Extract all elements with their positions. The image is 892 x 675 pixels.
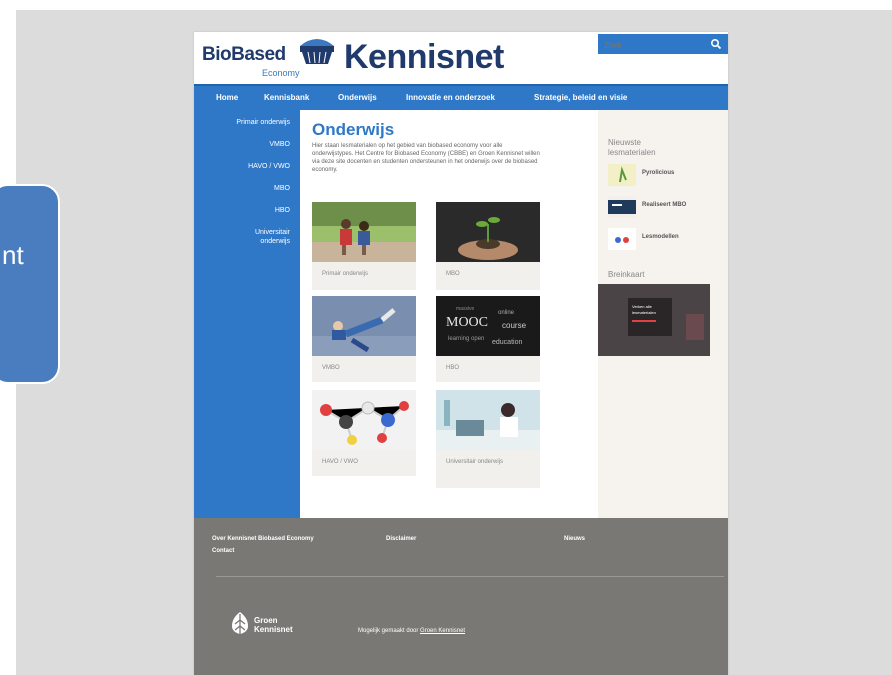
nav-strategie[interactable]: Strategie, beleid en visie <box>534 93 627 102</box>
thumb-lesmodellen <box>608 228 636 250</box>
newest-item[interactable]: Realiseert MBO <box>608 196 718 220</box>
svg-text:online: online <box>498 310 515 316</box>
footer-divider <box>216 576 724 577</box>
breinkaart-sidebar <box>686 314 704 340</box>
nav-innovatie[interactable]: Innovatie en onderzoek <box>406 93 495 102</box>
sidebar-item-havo-vwo[interactable]: HAVO / VWO <box>248 162 290 171</box>
tile-image-children <box>312 202 416 262</box>
logo-economy: Economy <box>262 68 300 78</box>
main-navigation: Home Kennisbank Onderwijs Innovatie en o… <box>194 84 728 110</box>
svg-text:massive: massive <box>456 306 475 312</box>
tile-image-seedling <box>436 202 540 262</box>
biobased-logo-icon <box>300 39 334 64</box>
tile-label: Primair onderwijs <box>322 271 369 277</box>
footer-link-over[interactable]: Over Kennisnet Biobased Economy <box>212 536 314 542</box>
right-sidebar: Nieuwste lesmaterialen Pyrolicious Reali… <box>598 110 728 520</box>
search-box <box>598 34 728 54</box>
thumb-realiseert <box>608 196 636 218</box>
main-content: Onderwijs Hier staan lesmaterialen op he… <box>300 110 598 520</box>
breinkaart-caption: Verken alle lesmaterialen <box>632 304 656 315</box>
newest-item-label: Lesmodellen <box>642 234 679 240</box>
tile-vmbo[interactable]: VMBO <box>312 296 416 382</box>
groen-kennisnet-logo-icon <box>232 612 248 634</box>
tile-label: HAVO / VWO <box>322 459 358 465</box>
page-title: Onderwijs <box>312 120 395 139</box>
page-body: Primair onderwijs VMBO HAVO / VWO MBO HB… <box>194 110 728 520</box>
breinkaart-accent <box>632 320 656 322</box>
footer-credit: Mogelijk gemaakt door Groen Kennisnet <box>358 628 465 634</box>
tile-mbo[interactable]: MBO <box>436 202 540 290</box>
thumb-pyrolicious <box>608 164 636 186</box>
sidebar-item-vmbo[interactable]: VMBO <box>269 140 290 149</box>
site-footer: Over Kennisnet Biobased Economy Contact … <box>194 518 728 675</box>
newest-item[interactable]: Pyrolicious <box>608 164 718 188</box>
website: BioBased Economy Kennisnet Home Kennisba… <box>194 32 728 675</box>
credit-link[interactable]: Groen Kennisnet <box>420 628 465 634</box>
sidebar-item-primair[interactable]: Primair onderwijs <box>236 118 290 127</box>
tile-image-wordcloud: MOOC online course learning open educati… <box>436 296 540 356</box>
tile-label: VMBO <box>322 365 340 371</box>
search-input[interactable] <box>602 37 706 53</box>
groen-kennisnet-logo-text[interactable]: Groen Kennisnet <box>254 616 304 634</box>
map-heading: Breinkaart <box>608 270 645 279</box>
svg-text:learning open: learning open <box>448 336 484 342</box>
intro-text: Hier staan lesmaterialen op het gebied v… <box>312 143 540 173</box>
tile-image-laboratory <box>436 390 540 450</box>
site-header: BioBased Economy Kennisnet <box>194 32 728 84</box>
tile-image-molecule <box>312 390 416 450</box>
side-panel-bubble[interactable]: nt <box>0 184 60 384</box>
sidebar-item-universitair[interactable]: Universitair onderwijs <box>230 228 290 246</box>
tile-image-breakdance <box>312 296 416 356</box>
logo-biobased[interactable]: BioBased <box>202 44 286 66</box>
svg-text:course: course <box>502 321 527 330</box>
breinkaart-image[interactable]: Verken alle lesmaterialen <box>598 284 710 356</box>
nav-kennisbank[interactable]: Kennisbank <box>264 93 309 102</box>
tile-universitair[interactable]: Universitair onderwijs <box>436 390 540 488</box>
search-icon[interactable] <box>710 38 722 50</box>
tile-hbo[interactable]: MOOC online course learning open educati… <box>436 296 540 382</box>
newest-item-label: Realiseert MBO <box>642 202 687 208</box>
newest-item-label: Pyrolicious <box>642 170 675 176</box>
sidebar-item-hbo[interactable]: HBO <box>275 206 290 215</box>
footer-link-nieuws[interactable]: Nieuws <box>564 536 585 542</box>
sidebar-item-mbo[interactable]: MBO <box>274 184 290 193</box>
footer-link-disclaimer[interactable]: Disclaimer <box>386 536 416 542</box>
newest-heading: Nieuwste lesmaterialen <box>608 138 656 157</box>
nav-onderwijs[interactable]: Onderwijs <box>338 93 377 102</box>
breinkaart-panel: Verken alle lesmaterialen <box>628 298 672 336</box>
svg-text:education: education <box>492 339 522 346</box>
tile-label: MBO <box>446 271 460 277</box>
newest-item[interactable]: Lesmodellen <box>608 228 718 252</box>
nav-home[interactable]: Home <box>216 93 238 102</box>
side-panel-text: nt <box>2 240 24 270</box>
tile-label: HBO <box>446 365 460 371</box>
sidebar-navigation: Primair onderwijs VMBO HAVO / VWO MBO HB… <box>194 110 300 520</box>
footer-link-contact[interactable]: Contact <box>212 548 234 554</box>
logo-kennisnet[interactable]: Kennisnet <box>344 38 504 77</box>
tile-label: Universitair onderwijs <box>446 459 504 465</box>
tile-primair[interactable]: Primair onderwijs <box>312 202 416 290</box>
svg-text:MOOC: MOOC <box>446 315 488 330</box>
tile-havo-vwo[interactable]: HAVO / VWO <box>312 390 416 476</box>
credit-prefix: Mogelijk gemaakt door <box>358 628 419 634</box>
